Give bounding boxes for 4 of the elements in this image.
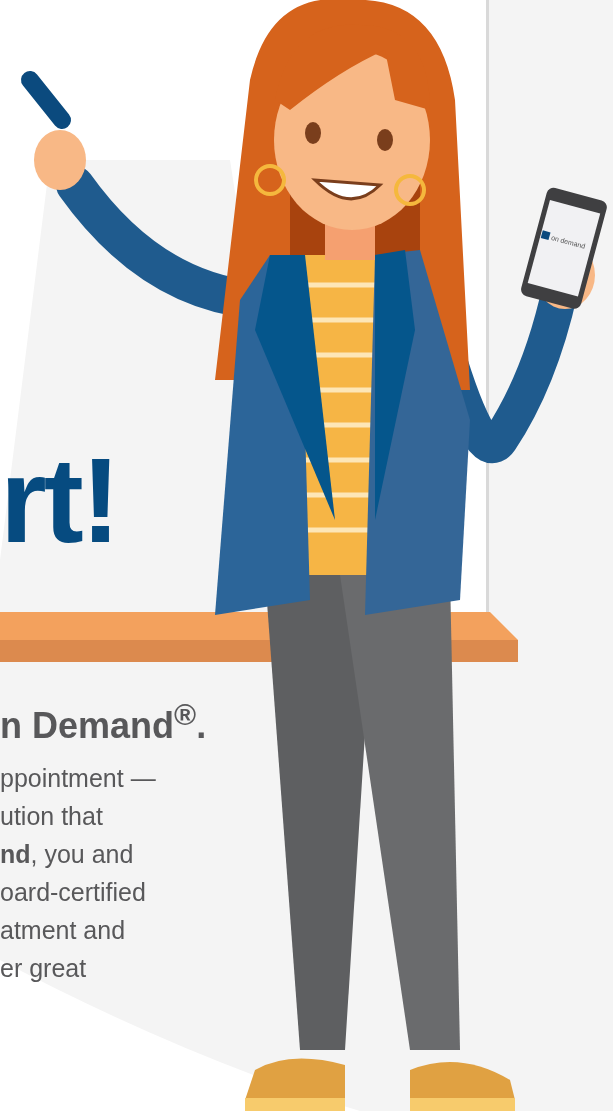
body-paragraph: ppointment — ution that nd, you and oard-certified atment and er great (0, 763, 156, 984)
subheading: n Demand$^{®}$. (0, 698, 207, 747)
heading: rt! (0, 440, 118, 560)
logo-icon (540, 230, 551, 241)
